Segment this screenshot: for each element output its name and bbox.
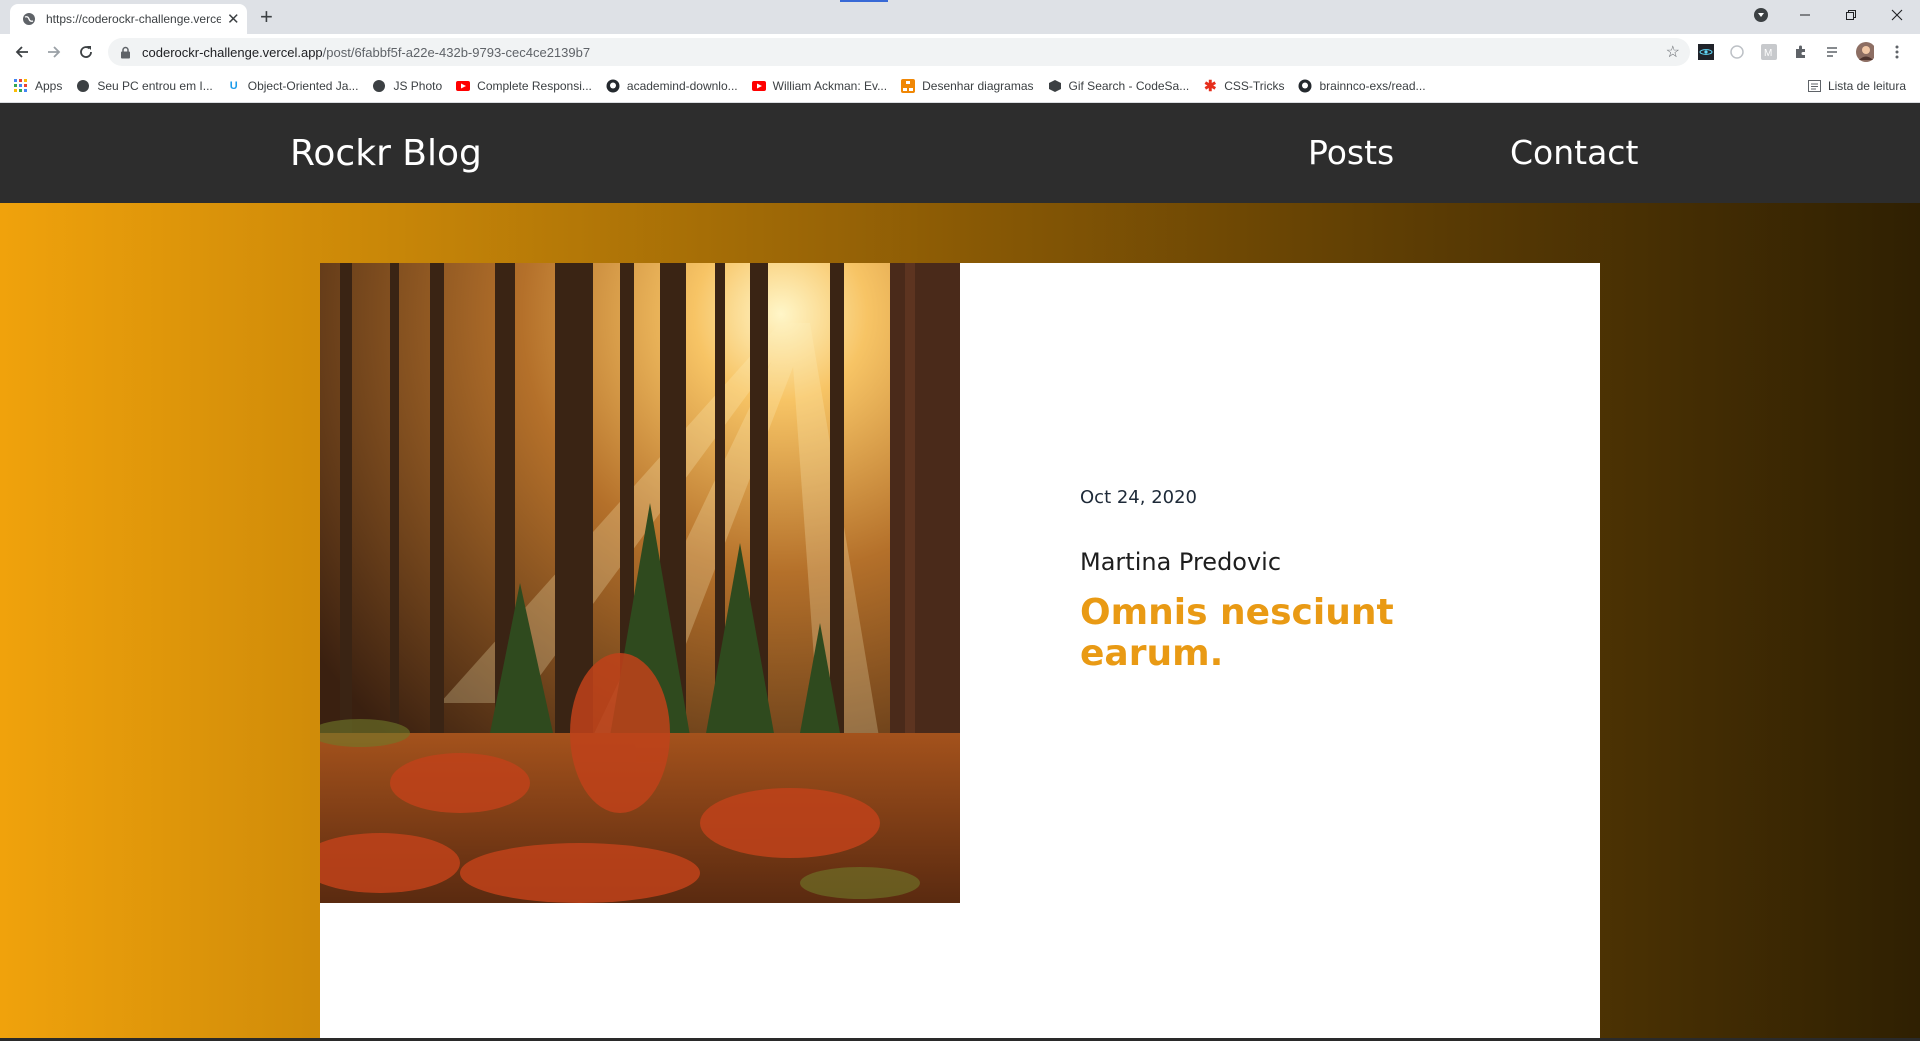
kebab-menu-icon[interactable] (1888, 43, 1906, 61)
bookmark-item[interactable]: Gif Search - CodeSa... (1048, 79, 1190, 93)
svg-text:M: M (1764, 48, 1772, 59)
forward-arrow-icon[interactable] (42, 40, 66, 64)
avatar[interactable] (1856, 42, 1874, 62)
close-window-icon[interactable] (1882, 0, 1912, 30)
bookmark-label: Desenhar diagramas (922, 79, 1034, 93)
lock-icon (120, 45, 132, 59)
bookmark-item[interactable]: Seu PC entrou em I... (76, 79, 213, 93)
bookmark-item[interactable]: U Object-Oriented Ja... (227, 79, 359, 93)
reading-list-toolbar-icon[interactable] (1824, 43, 1842, 61)
github-icon (1298, 79, 1312, 93)
bookmark-label: academind-downlo... (626, 79, 738, 93)
post-image (320, 263, 960, 903)
youtube-icon (751, 79, 766, 93)
codesandbox-icon (1048, 79, 1062, 93)
post-author: Martina Predovic (1080, 548, 1282, 576)
bookmark-label: brainnco-exs/read... (1319, 79, 1426, 93)
bookmark-apps[interactable]: Apps (14, 79, 62, 93)
bookmark-label: Seu PC entrou em I... (97, 79, 213, 93)
post-date: Oct 24, 2020 (1080, 487, 1197, 508)
globe-icon (21, 11, 37, 27)
new-tab-button[interactable]: + (260, 4, 273, 30)
address-bar[interactable]: coderockr-challenge.vercel.app/post/6fab… (108, 38, 1690, 66)
reload-icon[interactable] (74, 40, 98, 64)
reading-list-icon (1807, 80, 1821, 92)
loading-indicator (840, 0, 888, 2)
site-logo[interactable]: Rockr Blog (290, 133, 482, 174)
bookmark-label: Gif Search - CodeSa... (1068, 79, 1190, 93)
udemy-icon: U (229, 80, 238, 92)
profile-menu-icon[interactable] (1748, 0, 1774, 30)
bookmark-label: William Ackman: Ev... (772, 79, 888, 93)
url-text: coderockr-challenge.vercel.app/post/6fab… (142, 45, 590, 60)
reading-list-button[interactable]: Lista de leitura (1807, 70, 1906, 102)
reading-list-label: Lista de leitura (1827, 79, 1906, 93)
restore-icon[interactable] (1836, 0, 1866, 30)
url-path: /post/6fabbf5f-a22e-432b-9793-cec4ce2139… (322, 44, 591, 60)
browser-tab-bar: https://coderockr-challenge.vercel.app/p… (0, 0, 1920, 34)
extensions-puzzle-icon[interactable] (1792, 43, 1810, 61)
bookmarks-bar: Apps Seu PC entrou em I... U Object-Orie… (0, 70, 1920, 103)
css-tricks-icon: ✱ (1203, 78, 1217, 95)
bookmark-item[interactable]: academind-downlo... (606, 79, 738, 93)
post-meta: Oct 24, 2020 Martina Predovic Omnis nesc… (1080, 487, 1480, 674)
bookmark-item[interactable]: William Ackman: Ev... (751, 79, 888, 93)
tab-title: https://coderockr-challenge.vercel.app/p… (46, 12, 221, 26)
bookmark-item[interactable]: JS Photo (372, 79, 442, 93)
apps-grid-icon (14, 79, 28, 93)
github-icon (606, 79, 620, 93)
post-hero: Oct 24, 2020 Martina Predovic Omnis nesc… (0, 203, 1920, 1041)
bookmark-item[interactable]: Desenhar diagramas (901, 79, 1034, 93)
bookmark-label: JS Photo (393, 79, 443, 93)
bookmark-star-icon[interactable]: ☆ (1666, 42, 1680, 62)
extension-refresh-icon[interactable] (1728, 43, 1746, 61)
browser-toolbar: coderockr-challenge.vercel.app/post/6fab… (0, 34, 1920, 70)
browser-tab-active[interactable]: https://coderockr-challenge.vercel.app/p… (10, 4, 247, 34)
back-arrow-icon[interactable] (10, 40, 34, 64)
post-card: Oct 24, 2020 Martina Predovic Omnis nesc… (320, 263, 1600, 1041)
bookmark-item[interactable]: Complete Responsi... (456, 79, 592, 93)
react-devtools-icon[interactable] (1697, 43, 1715, 61)
bookmark-label: CSS-Tricks (1224, 79, 1285, 93)
nav-contact-link[interactable]: Contact (1510, 133, 1638, 172)
globe-icon (76, 79, 90, 93)
site-header: Rockr Blog Posts Contact (0, 103, 1920, 203)
bookmark-label: Apps (35, 79, 63, 93)
globe-icon (372, 79, 386, 93)
extension-m-icon[interactable]: M (1760, 43, 1778, 61)
bookmark-label: Complete Responsi... (477, 79, 592, 93)
bookmark-item[interactable]: brainnco-exs/read... (1298, 79, 1426, 93)
minimize-icon[interactable] (1790, 0, 1820, 30)
youtube-icon (456, 79, 471, 93)
url-host: coderockr-challenge.vercel.app (142, 44, 323, 60)
diagrams-icon (901, 79, 916, 93)
bookmark-item[interactable]: ✱ CSS-Tricks (1203, 78, 1285, 95)
post-title: Omnis nesciunt earum. (1080, 592, 1394, 674)
nav-posts-link[interactable]: Posts (1308, 133, 1394, 172)
bookmark-label: Object-Oriented Ja... (247, 79, 359, 93)
close-tab-icon[interactable]: ✕ (227, 12, 240, 27)
